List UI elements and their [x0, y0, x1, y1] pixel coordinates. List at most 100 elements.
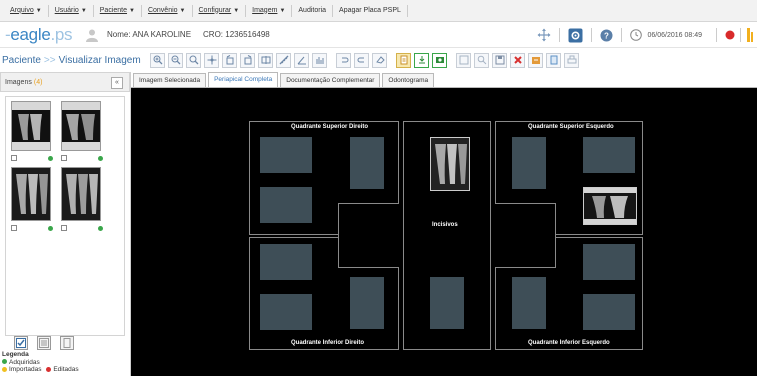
date-time: 06/06/2016 08:49 [647, 31, 703, 39]
zoom-in-button[interactable] [150, 52, 165, 68]
select-checkbox[interactable] [11, 225, 17, 231]
zoom-fit-button[interactable] [186, 52, 201, 68]
delete-button[interactable] [510, 52, 525, 68]
incisors-title: Incisivos [432, 222, 458, 228]
zoom-out-button[interactable] [168, 52, 183, 68]
xray-slot[interactable] [260, 187, 312, 223]
breadcrumb-root[interactable]: Paciente [2, 55, 41, 66]
eraser-icon [375, 56, 385, 64]
report-icon [400, 55, 407, 65]
thumbnail-image[interactable] [11, 101, 51, 151]
acquired-status-dot [48, 226, 53, 231]
xray-image [584, 188, 636, 224]
measure-button[interactable] [276, 52, 291, 68]
upper-left-xray[interactable] [583, 187, 637, 225]
collapse-sidebar-button[interactable]: « [111, 77, 123, 89]
xray-slot[interactable] [260, 137, 312, 173]
detail-view-button[interactable] [60, 336, 74, 350]
xray-slot[interactable] [512, 137, 546, 189]
search-icon [477, 55, 486, 65]
tab-documentacao-complementar[interactable]: Documentação Complementar [280, 73, 381, 87]
redo-button[interactable] [354, 52, 369, 68]
print-button[interactable] [564, 52, 579, 68]
angle-icon [297, 56, 306, 65]
settings-icon[interactable] [568, 28, 583, 43]
periapical-viewer: Quadrante Superior Direito Incisivos Qua… [131, 88, 757, 376]
panel-cutout [338, 203, 399, 236]
acquire-button[interactable] [432, 52, 447, 68]
print-preview-button[interactable] [546, 52, 561, 68]
breadcrumb: Paciente >> Visualizar Imagem [2, 54, 141, 66]
xray-image [62, 168, 100, 220]
flip-icon [261, 56, 270, 64]
app-header: -eagle.ps Nome: ANA KAROLINE CRO: 123651… [0, 22, 757, 48]
select-all-button[interactable] [14, 336, 28, 350]
select-checkbox[interactable] [61, 225, 67, 231]
search-button[interactable] [474, 52, 489, 68]
xray-image [431, 138, 469, 190]
xray-slot[interactable] [350, 277, 384, 329]
xray-slot[interactable] [583, 294, 635, 330]
legend: Legenda Adquiridas Importadas Editadas [2, 351, 79, 374]
menu-apagar-placa-pspl[interactable]: Apagar Placa PSPL [333, 4, 408, 17]
chevron-down-icon: ▼ [233, 7, 240, 14]
tab-imagem-selecionada[interactable]: Imagem Selecionada [133, 73, 207, 87]
xray-slot[interactable] [512, 277, 546, 329]
save-button[interactable] [492, 52, 507, 68]
thumbnail-image[interactable] [61, 101, 101, 151]
report-button[interactable] [396, 52, 411, 68]
image-count: (4) [33, 78, 43, 86]
undo-button[interactable] [336, 52, 351, 68]
export-button[interactable] [528, 52, 543, 68]
quadrant-lower-right-title: Quadrante Inferior Direito [291, 340, 365, 346]
tab-odontograma[interactable]: Odontograma [382, 73, 435, 87]
chevron-down-icon: ▼ [279, 7, 286, 14]
menu-convenio[interactable]: Convênio ▼ [142, 4, 193, 17]
menu-paciente[interactable]: Paciente ▼ [94, 4, 142, 17]
chevron-down-icon: ▼ [129, 7, 135, 14]
xray-slot[interactable] [583, 137, 635, 173]
angle-button[interactable] [294, 52, 309, 68]
quadrant-upper-left-title: Quadrante Superior Esquerdo [528, 124, 614, 130]
rotate-left-button[interactable] [222, 52, 237, 68]
menu-configurar[interactable]: Configurar ▼ [193, 4, 247, 17]
menu-imagem[interactable]: Imagem ▼ [246, 4, 293, 17]
chevron-down-icon: ▼ [179, 7, 186, 14]
export-icon [531, 57, 540, 64]
rotate-right-button[interactable] [240, 52, 255, 68]
help-icon[interactable]: ? [600, 29, 613, 42]
menu-usuario[interactable]: Usuário ▼ [49, 4, 94, 17]
import-button[interactable] [414, 52, 429, 68]
record-icon[interactable] [725, 30, 735, 40]
list-view-button[interactable] [37, 336, 51, 350]
menu-arquivo[interactable]: Arquivo ▼ [4, 4, 49, 17]
import-icon [418, 56, 425, 64]
copy-button[interactable] [456, 52, 471, 68]
incisors-xray[interactable] [430, 137, 470, 191]
xray-slot[interactable] [260, 244, 312, 280]
move-icon[interactable] [537, 28, 551, 42]
acquired-status-dot [98, 226, 103, 231]
select-checkbox[interactable] [11, 155, 17, 161]
panel-cutout [495, 236, 556, 268]
xray-slot[interactable] [260, 294, 312, 330]
histogram-button[interactable] [312, 52, 327, 68]
xray-slot[interactable] [430, 277, 464, 329]
menu-auditoria[interactable]: Auditoria [292, 4, 334, 17]
clock-icon [629, 29, 642, 41]
histogram-icon [316, 57, 323, 64]
legend-title: Legenda [2, 351, 29, 358]
flip-button[interactable] [258, 52, 273, 68]
acquire-icon [435, 57, 444, 63]
quadrant-lower-left-title: Quadrante Inferior Esquerdo [528, 340, 610, 346]
chevron-down-icon: ▼ [80, 7, 87, 14]
select-checkbox[interactable] [61, 155, 67, 161]
xray-slot[interactable] [583, 244, 635, 280]
thumbnail-image[interactable] [11, 167, 51, 221]
erase-button[interactable] [372, 52, 387, 68]
menu-bar: Arquivo ▼ Usuário ▼ Paciente ▼ Convênio ▼ Config… [0, 0, 757, 22]
thumbnail-image[interactable] [61, 167, 101, 221]
pan-button[interactable] [204, 52, 219, 68]
xray-slot[interactable] [350, 137, 384, 189]
tab-periapical-completa[interactable]: Periapical Completa [208, 72, 279, 87]
